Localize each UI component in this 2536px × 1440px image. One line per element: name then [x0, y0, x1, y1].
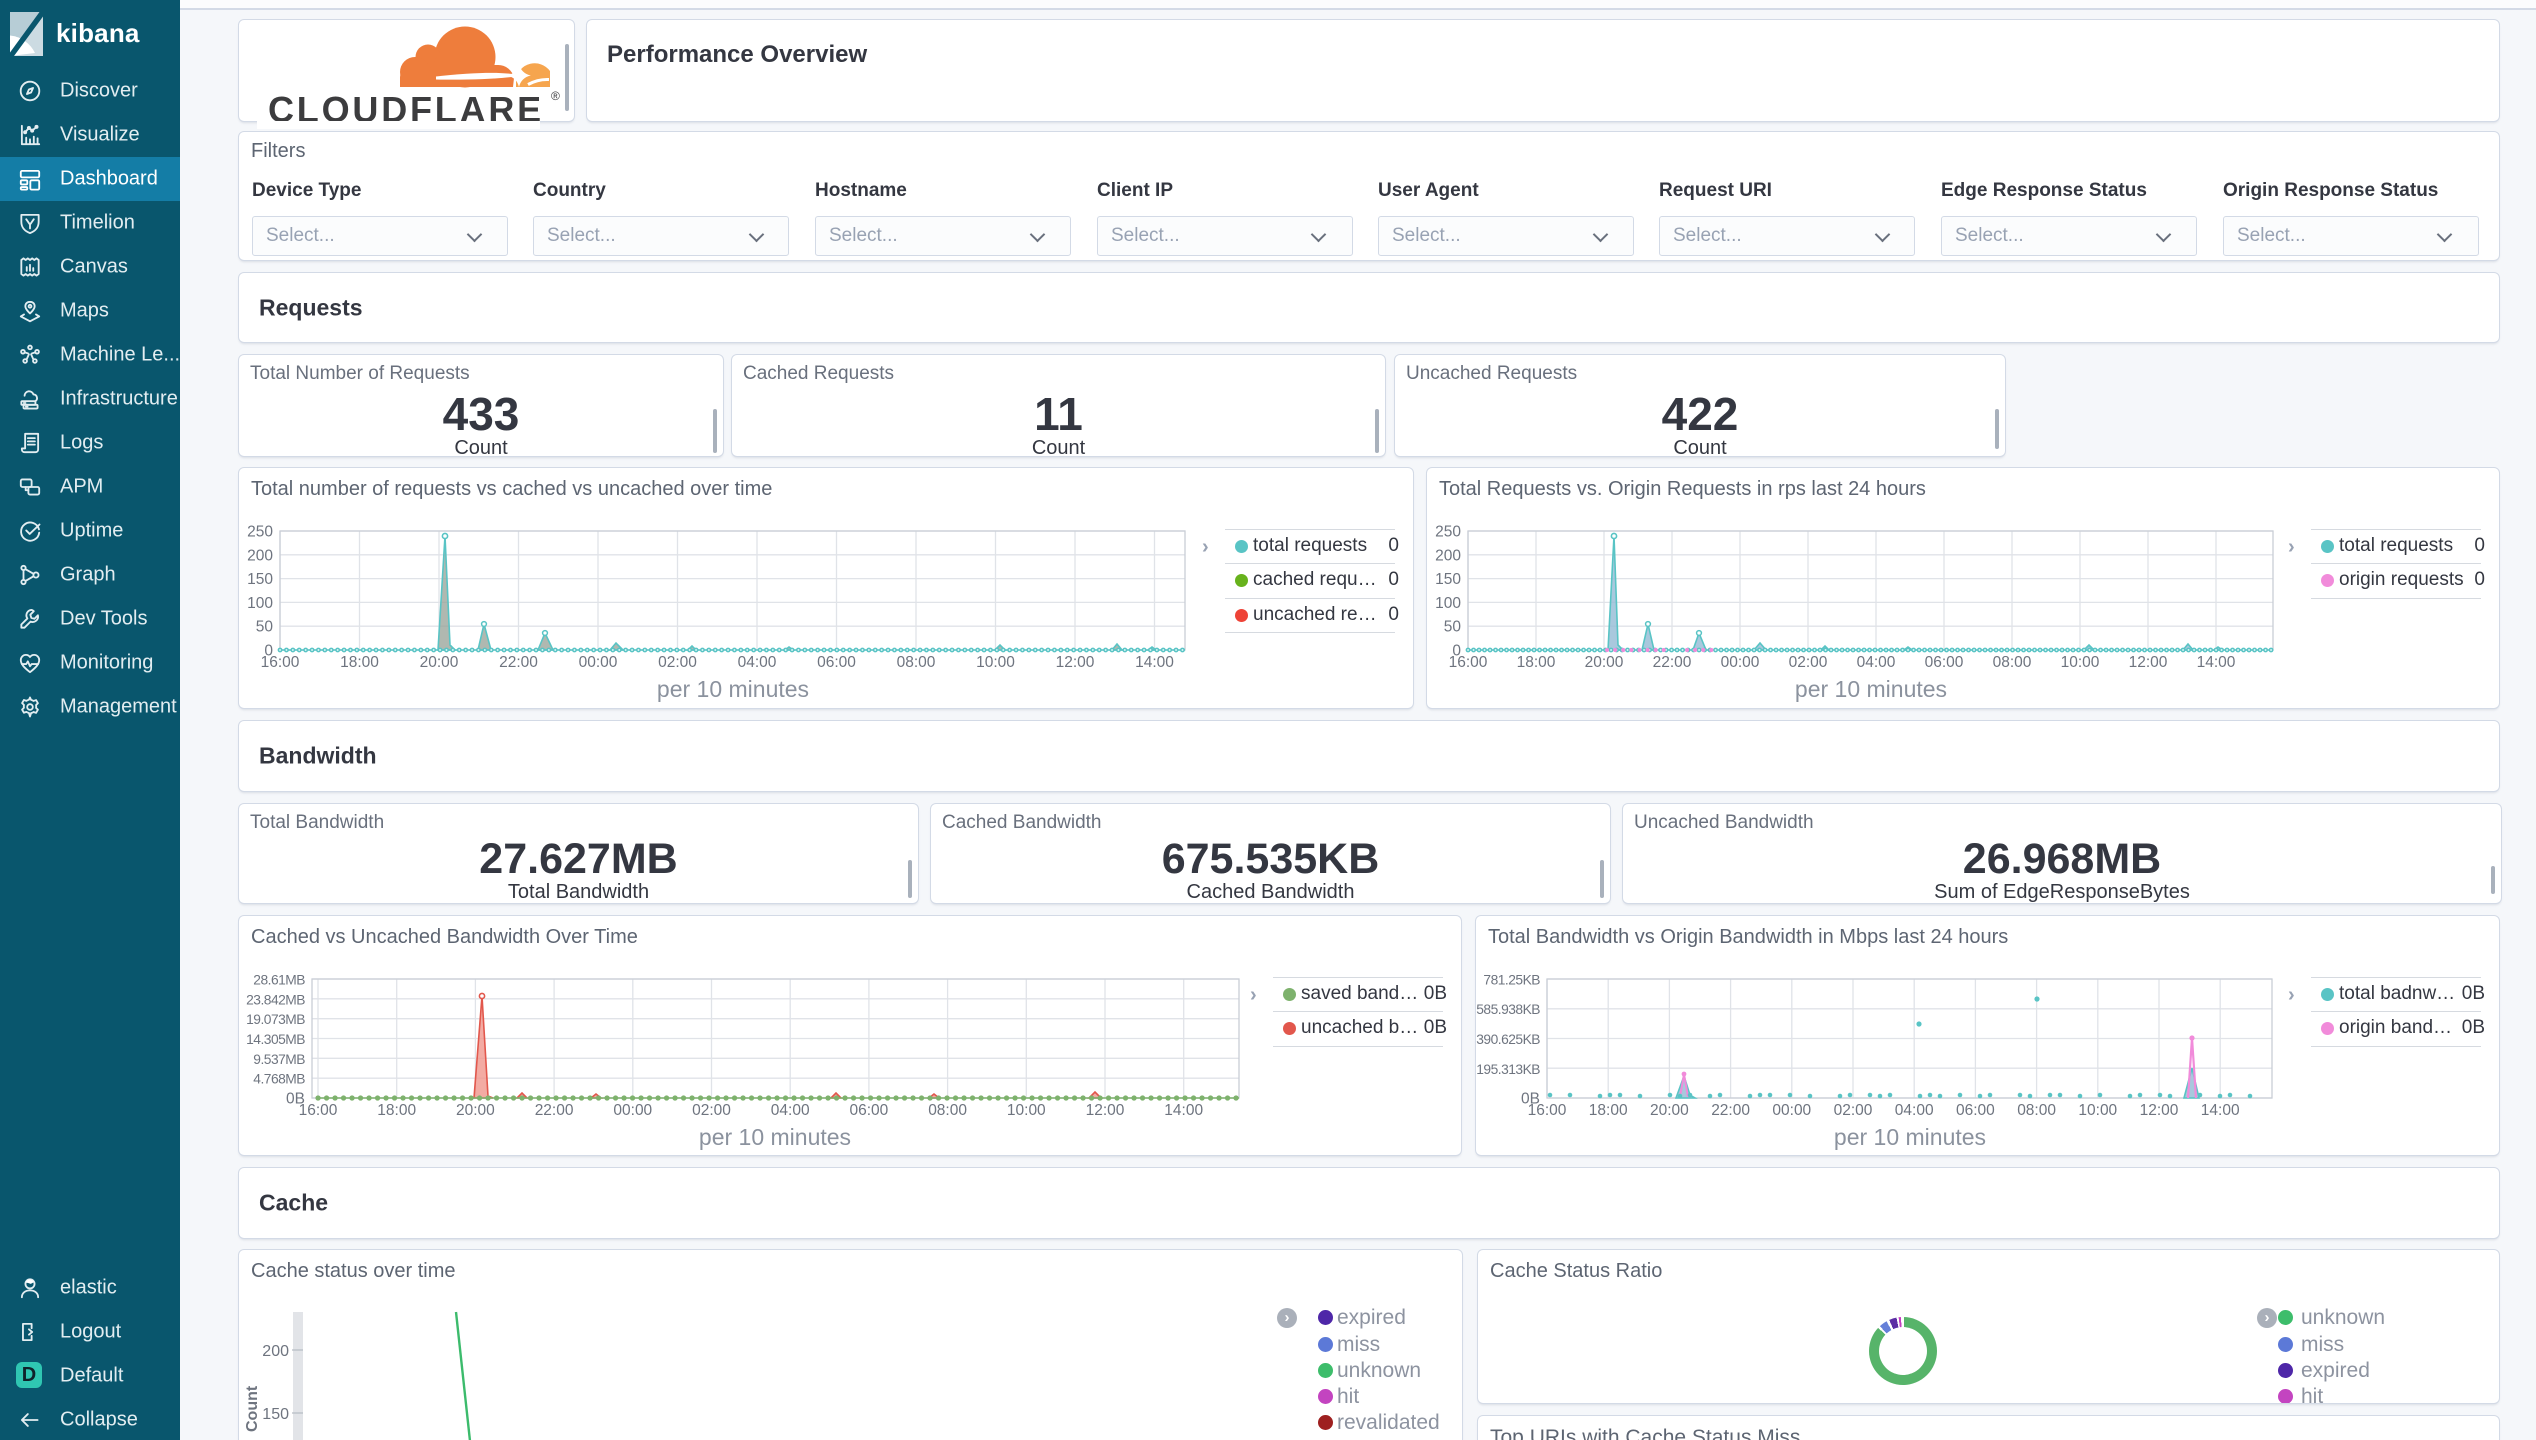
svg-text:02:00: 02:00 [1834, 1102, 1873, 1119]
svg-text:16:00: 16:00 [1449, 654, 1488, 671]
svg-text:390.625KB: 390.625KB [1476, 1032, 1540, 1047]
svg-text:10:00: 10:00 [1007, 1102, 1046, 1119]
svg-text:16:00: 16:00 [1528, 1102, 1567, 1119]
svg-text:20:00: 20:00 [1650, 1102, 1689, 1119]
svg-text:12:00: 12:00 [1056, 654, 1095, 671]
svg-text:00:00: 00:00 [1721, 654, 1760, 671]
svg-text:10:00: 10:00 [2061, 654, 2100, 671]
svg-text:100: 100 [1435, 595, 1461, 612]
svg-text:08:00: 08:00 [2017, 1102, 2056, 1119]
svg-text:per 10 minutes: per 10 minutes [699, 1124, 851, 1150]
svg-text:04:00: 04:00 [1857, 654, 1896, 671]
svg-text:20:00: 20:00 [1585, 654, 1624, 671]
svg-text:CLOUDFLARE: CLOUDFLARE [268, 89, 544, 122]
svg-text:18:00: 18:00 [377, 1102, 416, 1119]
svg-text:781.25KB: 781.25KB [1483, 973, 1540, 988]
svg-text:22:00: 22:00 [499, 654, 538, 671]
svg-text:9.537MB: 9.537MB [253, 1052, 305, 1067]
svg-text:12:00: 12:00 [2140, 1102, 2179, 1119]
svg-text:150: 150 [262, 1406, 289, 1423]
svg-text:150: 150 [247, 571, 273, 588]
svg-text:®: ® [551, 89, 560, 103]
svg-text:200: 200 [247, 547, 273, 564]
svg-text:per 10 minutes: per 10 minutes [657, 676, 809, 702]
svg-text:100: 100 [247, 595, 273, 612]
svg-text:18:00: 18:00 [1517, 654, 1556, 671]
svg-text:250: 250 [1435, 524, 1461, 541]
svg-text:00:00: 00:00 [579, 654, 618, 671]
svg-text:04:00: 04:00 [1895, 1102, 1934, 1119]
svg-text:04:00: 04:00 [771, 1102, 810, 1119]
svg-text:00:00: 00:00 [1772, 1102, 1811, 1119]
svg-text:22:00: 22:00 [1653, 654, 1692, 671]
svg-text:14:00: 14:00 [2201, 1102, 2240, 1119]
svg-text:200: 200 [262, 1343, 289, 1360]
svg-text:08:00: 08:00 [928, 1102, 967, 1119]
svg-text:14:00: 14:00 [1164, 1102, 1203, 1119]
svg-text:10:00: 10:00 [2078, 1102, 2117, 1119]
svg-text:50: 50 [256, 619, 274, 636]
svg-text:16:00: 16:00 [299, 1102, 338, 1119]
svg-text:08:00: 08:00 [1993, 654, 2032, 671]
svg-text:22:00: 22:00 [1711, 1102, 1750, 1119]
svg-text:18:00: 18:00 [1589, 1102, 1628, 1119]
svg-text:150: 150 [1435, 571, 1461, 588]
svg-text:12:00: 12:00 [2129, 654, 2168, 671]
svg-text:per 10 minutes: per 10 minutes [1834, 1124, 1986, 1150]
svg-text:14:00: 14:00 [1135, 654, 1174, 671]
svg-text:250: 250 [247, 524, 273, 541]
svg-text:02:00: 02:00 [1789, 654, 1828, 671]
svg-text:14:00: 14:00 [2197, 654, 2236, 671]
svg-text:02:00: 02:00 [658, 654, 697, 671]
svg-text:12:00: 12:00 [1086, 1102, 1125, 1119]
svg-text:16:00: 16:00 [261, 654, 300, 671]
svg-text:50: 50 [1444, 619, 1462, 636]
svg-text:23.842MB: 23.842MB [246, 992, 305, 1007]
svg-text:18:00: 18:00 [340, 654, 379, 671]
svg-text:22:00: 22:00 [535, 1102, 574, 1119]
svg-text:02:00: 02:00 [692, 1102, 731, 1119]
svg-text:per 10 minutes: per 10 minutes [1795, 676, 1947, 702]
svg-text:04:00: 04:00 [738, 654, 777, 671]
svg-text:20:00: 20:00 [420, 654, 459, 671]
svg-text:10:00: 10:00 [976, 654, 1015, 671]
svg-text:14.305MB: 14.305MB [246, 1032, 305, 1047]
svg-text:19.073MB: 19.073MB [246, 1012, 305, 1027]
svg-text:06:00: 06:00 [1925, 654, 1964, 671]
svg-text:200: 200 [1435, 547, 1461, 564]
svg-text:06:00: 06:00 [817, 654, 856, 671]
svg-text:28.61MB: 28.61MB [253, 973, 305, 988]
svg-text:Count: Count [244, 1385, 261, 1432]
svg-text:06:00: 06:00 [850, 1102, 889, 1119]
svg-text:20:00: 20:00 [456, 1102, 495, 1119]
svg-text:195.313KB: 195.313KB [1476, 1062, 1540, 1077]
svg-text:00:00: 00:00 [613, 1102, 652, 1119]
svg-text:06:00: 06:00 [1956, 1102, 1995, 1119]
svg-text:585.938KB: 585.938KB [1476, 1002, 1540, 1017]
svg-text:4.768MB: 4.768MB [253, 1072, 305, 1087]
svg-text:08:00: 08:00 [897, 654, 936, 671]
